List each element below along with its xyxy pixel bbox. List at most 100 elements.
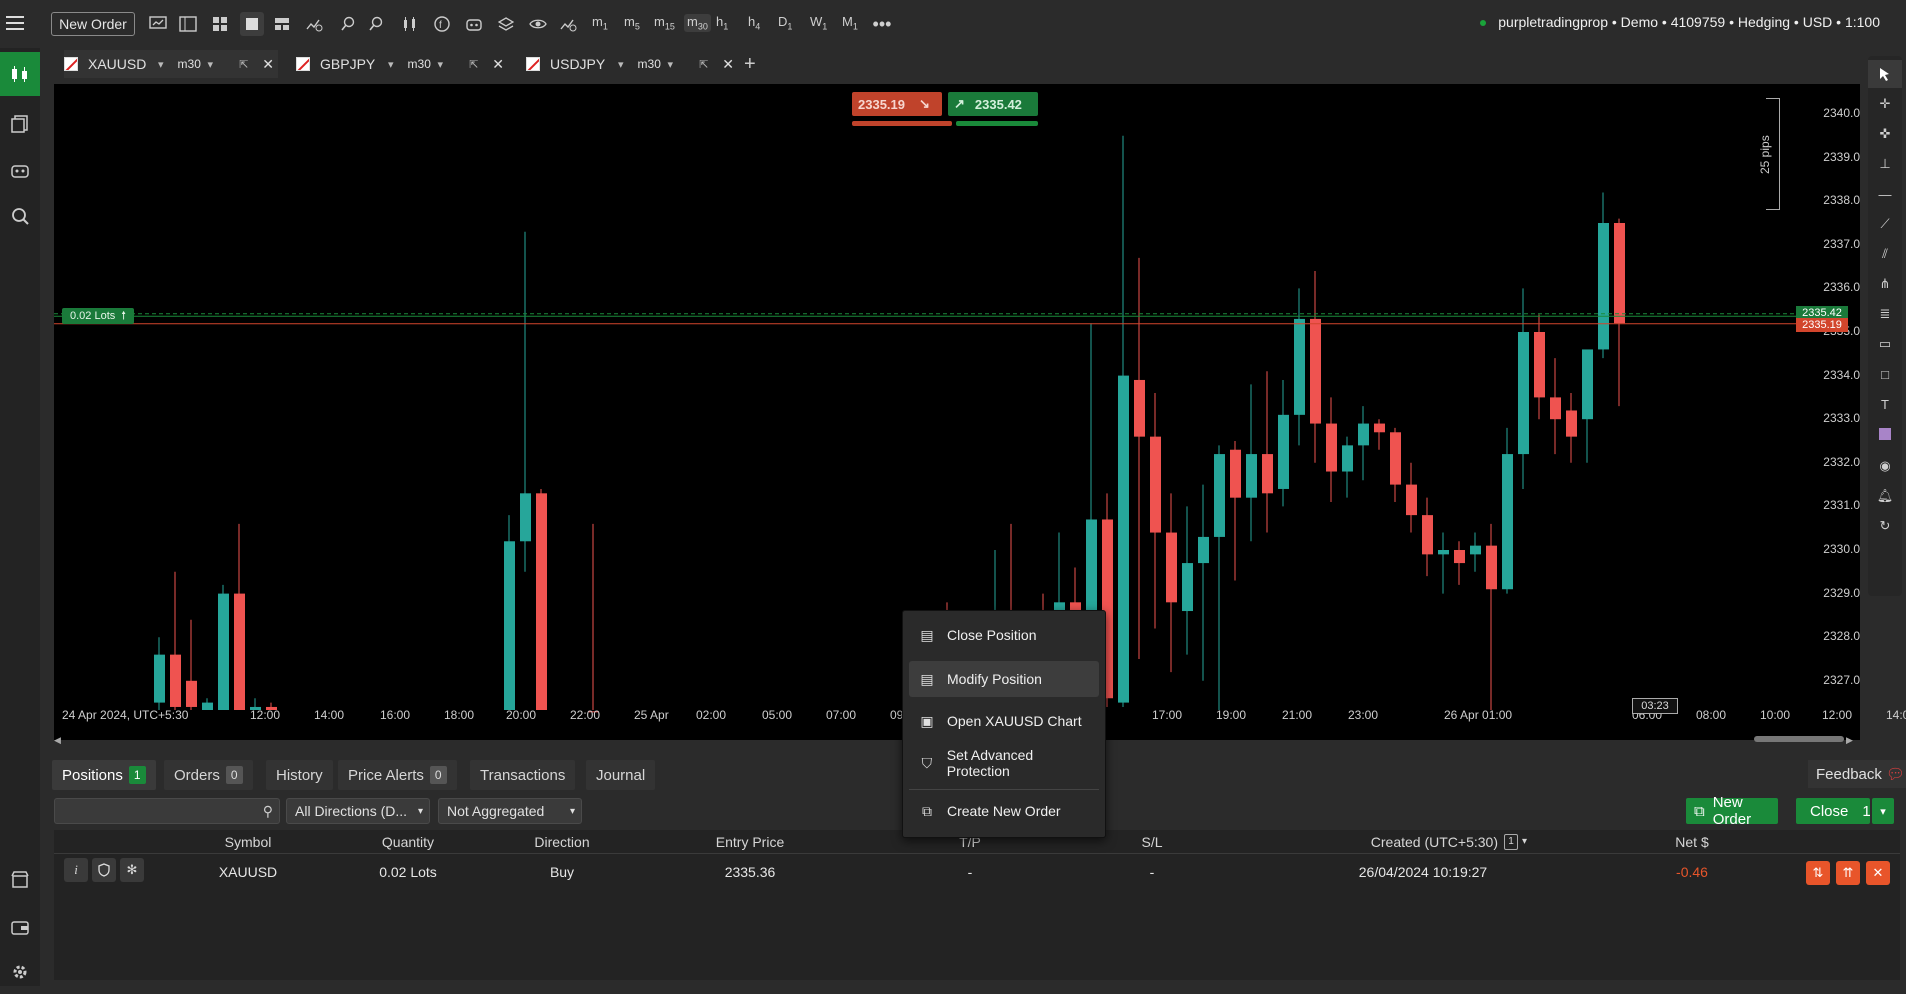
direction-filter-select[interactable]: All Directions (D... ▾ [286, 798, 430, 824]
timeframe-m30[interactable]: m30 [684, 14, 711, 32]
zoom-in-icon[interactable] [364, 12, 388, 36]
trade-app-icon[interactable] [0, 52, 40, 96]
chart-settings-icon[interactable] [302, 12, 326, 36]
chart-mode-icon[interactable] [146, 12, 170, 36]
menu-open-chart[interactable]: ▣ Open XAUUSD Chart [909, 703, 1099, 739]
store-icon[interactable] [0, 858, 40, 902]
feedback-button[interactable]: Feedback 💬︎ [1808, 760, 1906, 788]
tab-timeframe[interactable]: m30 [178, 57, 208, 71]
cursor-icon[interactable] [1868, 60, 1902, 88]
dropdown-icon[interactable]: ▾ [388, 58, 394, 71]
measure-icon[interactable]: ⊥ [1868, 150, 1902, 178]
price-axis[interactable]: 2340.02339.02338.02337.02336.02335.02334… [1800, 84, 1860, 724]
tab-timeframe[interactable]: m30 [638, 57, 668, 71]
add-tab-icon[interactable]: + [744, 50, 756, 78]
analyze-app-icon[interactable] [0, 194, 40, 238]
tab-transactions[interactable]: Transactions [470, 760, 576, 790]
timeframe-h4[interactable]: h4 [748, 14, 760, 32]
position-lots-label[interactable]: 0.02 Lots 🠕 [62, 308, 134, 324]
positions-search-input[interactable]: ⚲ [54, 798, 280, 824]
text-icon[interactable]: T [1868, 390, 1902, 418]
col-quantity[interactable]: Quantity [358, 834, 458, 850]
dropdown-icon[interactable]: ▾ [438, 58, 444, 71]
layout-panel-icon[interactable] [176, 12, 200, 36]
channel-icon[interactable]: ⫽ [1868, 240, 1902, 268]
alert-bell-icon[interactable]: 🔔︎ [1868, 482, 1902, 510]
timeframe-m15[interactable]: m15 [654, 14, 675, 32]
dropdown-icon[interactable]: ▾ [668, 58, 674, 71]
close-tab-icon[interactable]: ✕ [492, 56, 504, 73]
timeframe-m5[interactable]: m5 [624, 14, 640, 32]
account-info[interactable]: purpletradingprop • Demo • 4109759 • Hed… [1480, 14, 1880, 30]
double-position-icon[interactable]: ⇈ [1836, 861, 1860, 885]
col-net[interactable]: Net $ [1652, 834, 1732, 850]
col-created[interactable]: Created (UTC+5:30) [1318, 834, 1498, 850]
dropdown-icon[interactable]: ▾ [158, 58, 164, 71]
layers-icon[interactable] [494, 12, 518, 36]
tab-xauusd[interactable]: XAUUSD ▾ m30 ▾ ⇱ ✕ [64, 50, 278, 78]
crosshair-plus-icon[interactable]: ✜ [1868, 120, 1902, 148]
cell-sl[interactable]: - [1102, 864, 1202, 880]
crosshair-icon[interactable]: ✛ [1868, 90, 1902, 118]
rectangle-icon[interactable]: ▭ [1868, 330, 1902, 358]
timeframe-m1[interactable]: m1 [592, 14, 608, 32]
scroll-right-icon[interactable]: ▶ [1846, 735, 1853, 746]
new-order-button[interactable]: New Order [51, 12, 135, 36]
indicators-icon[interactable]: f [430, 12, 454, 36]
tab-positions[interactable]: Positions 1 [52, 760, 156, 790]
tab-journal[interactable]: Journal [586, 760, 656, 790]
timeframe-mn1[interactable]: M1 [842, 14, 858, 32]
tab-usdjpy[interactable]: USDJPY ▾ m30 ▾ ⇱ ✕ [526, 50, 736, 78]
col-entry-price[interactable]: Entry Price [690, 834, 810, 850]
dropdown-icon[interactable]: ▾ [618, 58, 624, 71]
grid-layout-icon[interactable] [208, 12, 232, 36]
trend-line-icon[interactable]: ⟋ [1868, 210, 1902, 238]
popout-icon[interactable]: ⇱ [239, 58, 248, 71]
eye-icon[interactable] [526, 12, 550, 36]
tab-timeframe[interactable]: m30 [408, 57, 438, 71]
tab-history[interactable]: History [266, 760, 333, 790]
tab-price-alerts[interactable]: Price Alerts 0 [338, 760, 457, 790]
buy-price-button[interactable]: ↗ 2335.42 [948, 92, 1038, 116]
reverse-position-icon[interactable]: ⇅ [1806, 861, 1830, 885]
menu-create-new-order[interactable]: ⧉ Create New Order [909, 793, 1099, 829]
scroll-left-icon[interactable]: ◀ [54, 735, 61, 746]
menu-close-position[interactable]: ▤ Close Position [909, 617, 1099, 653]
sell-price-button[interactable]: 2335.19 ↘ [852, 92, 942, 116]
single-layout-icon[interactable] [240, 12, 264, 36]
automate-app-icon[interactable] [0, 148, 40, 192]
shield-icon[interactable] [92, 858, 116, 882]
horizontal-line-icon[interactable]: — [1868, 180, 1902, 208]
settings-gear-icon[interactable] [0, 950, 40, 994]
more-icon[interactable]: ••• [870, 12, 894, 36]
menu-set-advanced-protection[interactable]: ⛉ Set Advanced Protection [909, 745, 1099, 781]
timeframe-d1[interactable]: D1 [778, 14, 792, 32]
popout-icon[interactable]: ⇱ [699, 58, 708, 71]
timeframe-h1[interactable]: h1 [716, 14, 728, 32]
chart-refresh-icon[interactable] [556, 12, 580, 36]
automate-bot-icon[interactable] [462, 12, 486, 36]
menu-icon[interactable] [6, 14, 28, 34]
camera-icon[interactable]: ◉ [1868, 452, 1902, 480]
close-positions-button[interactable]: Close 1 [1796, 798, 1871, 824]
copy-app-icon[interactable] [0, 102, 40, 146]
col-sl[interactable]: S/L [1102, 834, 1202, 850]
col-direction[interactable]: Direction [512, 834, 612, 850]
pitchfork-icon[interactable]: ⋔ [1868, 270, 1902, 298]
close-position-icon[interactable]: ✕ [1866, 861, 1890, 885]
tab-orders[interactable]: Orders 0 [164, 760, 253, 790]
close-tab-icon[interactable]: ✕ [262, 56, 274, 73]
split-layout-icon[interactable] [270, 12, 294, 36]
col-symbol[interactable]: Symbol [198, 834, 298, 850]
sort-desc-icon[interactable]: ▾ [1522, 836, 1527, 847]
info-icon[interactable]: i [64, 858, 88, 882]
new-order-button-bottom[interactable]: ⧉ New Order [1686, 794, 1778, 828]
aggregation-select[interactable]: Not Aggregated ▾ [438, 798, 582, 824]
fibonacci-icon[interactable]: ≣ [1868, 300, 1902, 328]
scroll-thumb[interactable] [1754, 736, 1844, 742]
timeframe-w1[interactable]: W1 [810, 14, 827, 32]
replay-icon[interactable]: ↻ [1868, 512, 1902, 540]
menu-modify-position[interactable]: ▤ Modify Position [909, 661, 1099, 697]
wallet-icon[interactable] [0, 906, 40, 950]
close-dropdown-button[interactable]: ▾ [1872, 798, 1894, 824]
